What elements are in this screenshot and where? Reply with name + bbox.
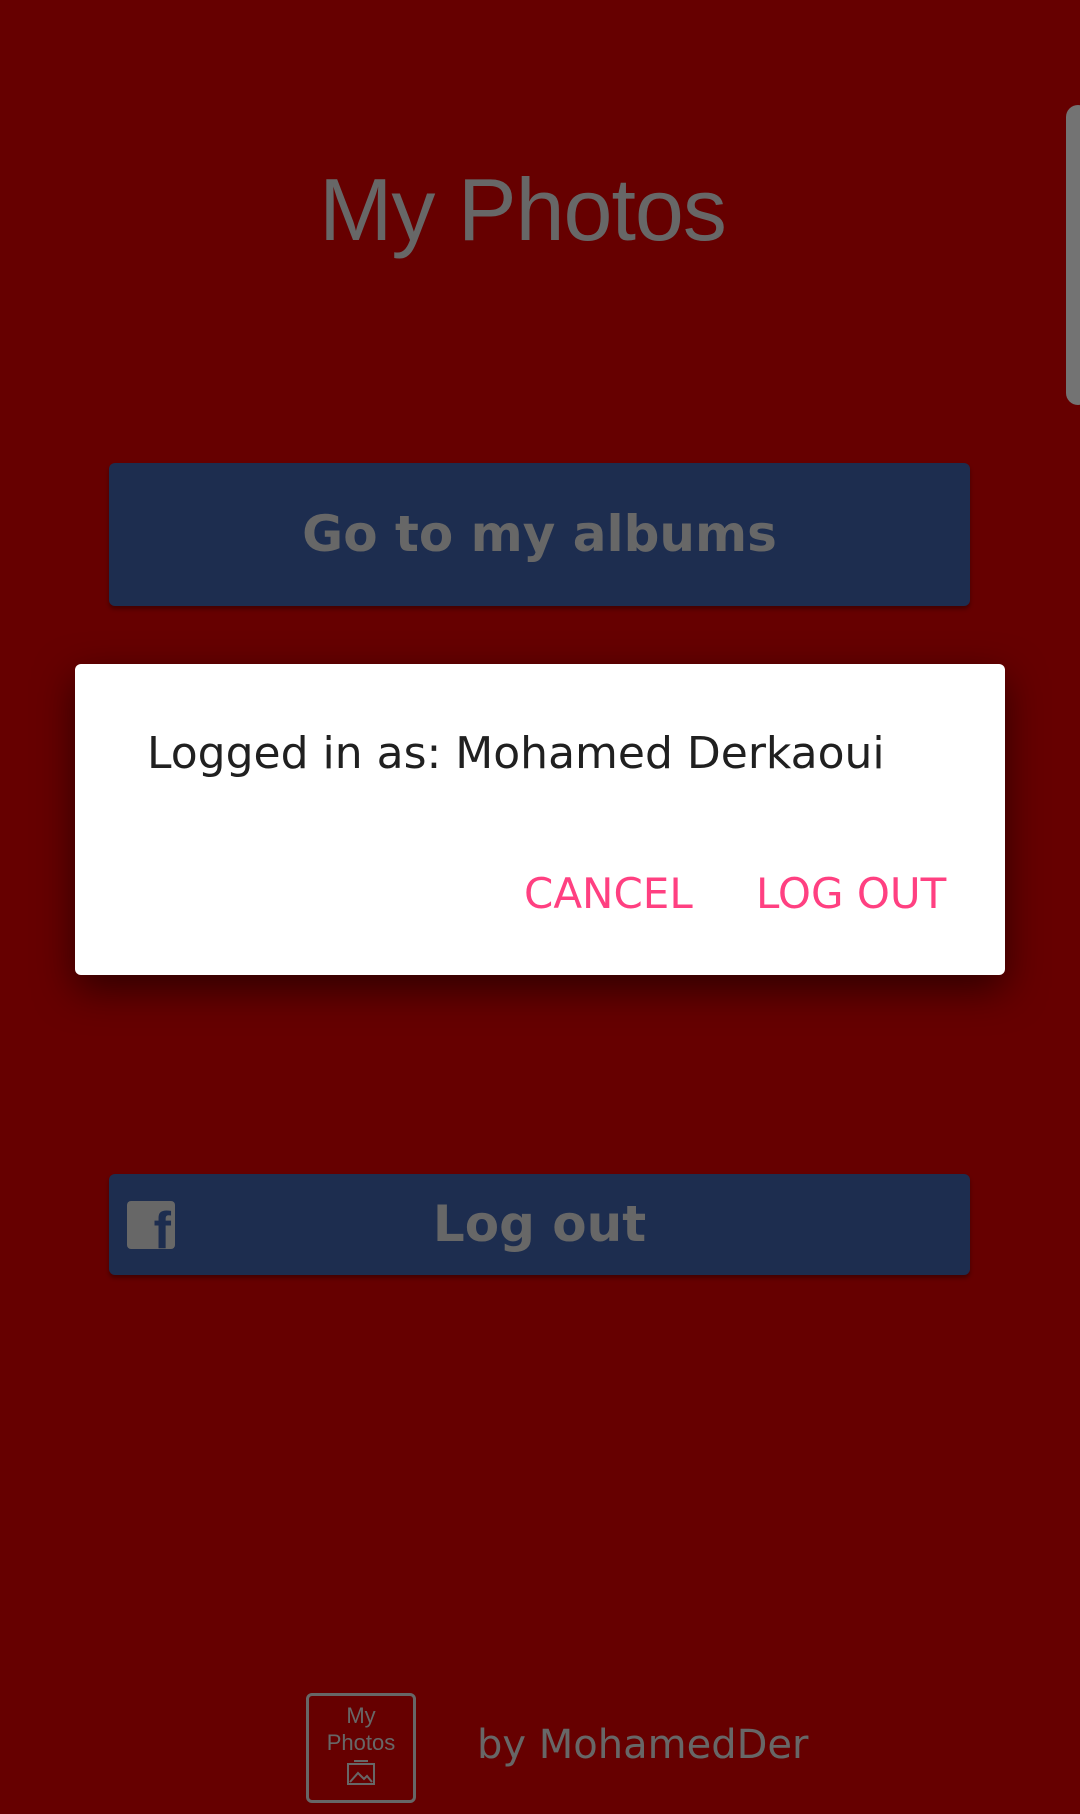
dialog-message: Logged in as: Mohamed Derkaoui xyxy=(147,728,885,779)
log-out-button[interactable]: LOG OUT xyxy=(756,864,946,924)
cancel-button[interactable]: CANCEL xyxy=(524,864,693,924)
logout-dialog: Logged in as: Mohamed Derkaoui CANCEL LO… xyxy=(75,664,1005,975)
